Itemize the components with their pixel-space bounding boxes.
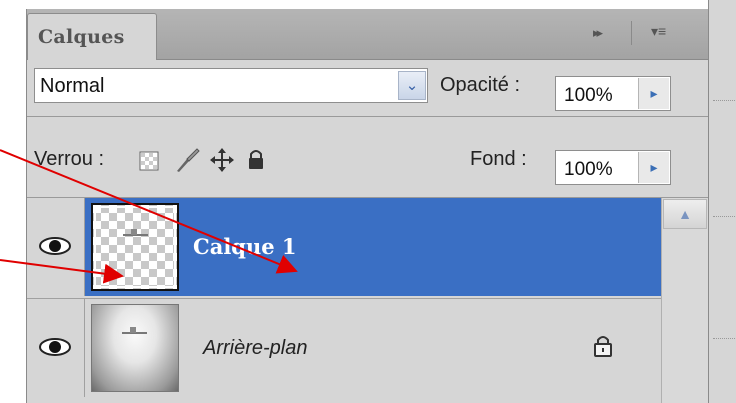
layer-thumbnail[interactable] [91, 203, 179, 291]
tab-label: Calques [38, 26, 125, 48]
fill-value: 100% [564, 159, 613, 180]
panel-menu-icon[interactable]: ▾≡ [651, 23, 666, 40]
visibility-toggle[interactable] [27, 198, 85, 296]
blend-row: Normal ⌄ Opacité : 100% ▸ [27, 60, 709, 117]
blend-mode-value: Normal [40, 75, 105, 97]
panel-tab-bar: Calques ▸▸ ▾≡ [27, 9, 709, 60]
divider [631, 21, 632, 45]
opacity-slider-arrow-icon[interactable]: ▸ [638, 78, 669, 109]
blend-mode-select[interactable]: Normal ⌄ [34, 68, 428, 103]
opacity-label: Opacité : [440, 74, 521, 96]
chevron-down-icon[interactable]: ⌄ [398, 71, 426, 100]
divider [713, 216, 735, 217]
lock-label: Verrou : [34, 148, 105, 170]
divider [713, 100, 735, 101]
scrollbar[interactable]: ▲ [661, 198, 709, 403]
layer-name[interactable]: Calque 1 [193, 234, 297, 259]
move-lock-icon[interactable] [209, 147, 235, 178]
tab-calques[interactable]: Calques [27, 13, 157, 60]
layers-panel: Calques ▸▸ ▾≡ Normal ⌄ Opacité : 100% ▸ … [26, 9, 709, 403]
visibility-toggle[interactable] [27, 299, 85, 397]
layers-list: Calque 1 Arrière-plan ▲ [27, 198, 709, 403]
layer-name[interactable]: Arrière-plan [203, 337, 307, 360]
eye-icon [39, 338, 71, 356]
collapse-panel-icon[interactable]: ▸▸ [593, 25, 603, 41]
divider [713, 338, 735, 339]
lock-row: Verrou : Fond : 100% ▸ [27, 117, 709, 198]
adjacent-panel-strip [708, 0, 736, 403]
eye-icon [39, 237, 71, 255]
brush-lock-icon[interactable] [173, 147, 201, 178]
layer-row-arriere-plan[interactable]: Arrière-plan [27, 298, 661, 397]
scroll-up-icon[interactable]: ▲ [663, 199, 707, 229]
opacity-value: 100% [564, 85, 613, 106]
padlock-icon[interactable] [247, 148, 265, 175]
layer-thumbnail[interactable] [91, 304, 179, 392]
transparency-lock-icon[interactable] [139, 151, 159, 176]
fill-slider-arrow-icon[interactable]: ▸ [638, 152, 669, 183]
layer-row-calque-1[interactable]: Calque 1 [27, 198, 661, 296]
opacity-field[interactable]: 100% ▸ [555, 76, 671, 111]
lock-icon [593, 333, 613, 362]
fill-label: Fond : [470, 148, 527, 170]
fill-field[interactable]: 100% ▸ [555, 150, 671, 185]
